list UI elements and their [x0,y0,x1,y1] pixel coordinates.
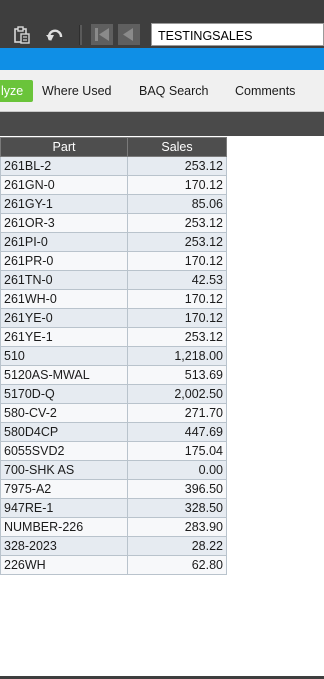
sales-grid: Part Sales 261BL-2 253.12 261GN-0 170.12 2… [0,137,227,575]
record-id-field[interactable] [151,23,324,46]
part-cell: 261BL-2 [0,156,128,176]
sales-cell: 328.50 [127,498,227,518]
toolbar-separator [79,25,82,45]
sales-cell: 85.06 [127,194,227,214]
sales-cell: 253.12 [127,327,227,347]
part-cell: 261YE-0 [0,308,128,328]
sales-cell: 271.70 [127,403,227,423]
table-row[interactable]: 580-CV-2 271.70 [0,403,227,423]
previous-record-icon [123,28,133,41]
clipboard-icon[interactable] [12,25,32,45]
table-row[interactable]: 261GN-0 170.12 [0,175,227,195]
undo-icon[interactable] [45,25,65,45]
table-row[interactable]: 5120AS-MWAL 513.69 [0,365,227,385]
sales-cell: 170.12 [127,308,227,328]
part-cell: 700-SHK AS [0,460,128,480]
table-row[interactable]: 261PI-0 253.12 [0,232,227,252]
tab-analyze[interactable]: lyze [0,80,33,102]
grid-area: Part Sales 261BL-2 253.12 261GN-0 170.12 2… [0,136,324,679]
sales-cell: 0.00 [127,460,227,480]
tab-comments[interactable]: Comments [229,80,319,102]
tab-bar: lyze Where Used BAQ Search Comments [0,70,324,112]
table-row[interactable]: 700-SHK AS 0.00 [0,460,227,480]
table-row[interactable]: 5170D-Q 2,002.50 [0,384,227,404]
part-cell: 5170D-Q [0,384,128,404]
part-cell: 328-2023 [0,536,128,556]
table-row[interactable]: 261WH-0 170.12 [0,289,227,309]
table-row[interactable]: 261BL-2 253.12 [0,156,227,176]
part-cell: 226WH [0,555,128,575]
sales-cell: 447.69 [127,422,227,442]
previous-record-button[interactable] [118,24,140,45]
part-cell: 261OR-3 [0,213,128,233]
part-cell: 6055SVD2 [0,441,128,461]
part-cell: 580-CV-2 [0,403,128,423]
part-cell: 261TN-0 [0,270,128,290]
sales-cell: 1,218.00 [127,346,227,366]
table-row[interactable]: 947RE-1 328.50 [0,498,227,518]
part-cell: 580D4CP [0,422,128,442]
table-row[interactable]: 261YE-0 170.12 [0,308,227,328]
table-row[interactable]: 261OR-3 253.12 [0,213,227,233]
part-cell: 261GN-0 [0,175,128,195]
sales-cell: 253.12 [127,156,227,176]
grid-header-row: Part Sales [0,137,227,157]
sales-cell: 170.12 [127,251,227,271]
tab-baq-search[interactable]: BAQ Search [131,80,231,102]
table-row[interactable]: 261GY-1 85.06 [0,194,227,214]
part-cell: 261PI-0 [0,232,128,252]
part-cell: 261PR-0 [0,251,128,271]
table-row[interactable]: 328-2023 28.22 [0,536,227,556]
sales-cell: 513.69 [127,365,227,385]
part-cell: 261WH-0 [0,289,128,309]
column-header-sales[interactable]: Sales [127,137,227,157]
table-row[interactable]: 261YE-1 253.12 [0,327,227,347]
part-cell: 947RE-1 [0,498,128,518]
sales-cell: 175.04 [127,441,227,461]
table-row[interactable]: 226WH 62.80 [0,555,227,575]
sales-cell: 2,002.50 [127,384,227,404]
sales-cell: 28.22 [127,536,227,556]
table-row[interactable]: 6055SVD2 175.04 [0,441,227,461]
accent-strip [0,48,324,70]
table-row[interactable]: 510 1,218.00 [0,346,227,366]
table-row[interactable]: 580D4CP 447.69 [0,422,227,442]
part-cell: 510 [0,346,128,366]
sales-cell: 42.53 [127,270,227,290]
table-row[interactable]: 7975-A2 396.50 [0,479,227,499]
table-row[interactable]: NUMBER-226 283.90 [0,517,227,537]
part-cell: 5120AS-MWAL [0,365,128,385]
column-header-part[interactable]: Part [0,137,128,157]
table-row[interactable]: 261TN-0 42.53 [0,270,227,290]
grid-caption-bar [0,112,324,136]
sales-cell: 170.12 [127,289,227,309]
sales-cell: 62.80 [127,555,227,575]
part-cell: 261GY-1 [0,194,128,214]
table-row[interactable]: 261PR-0 170.12 [0,251,227,271]
part-cell: 261YE-1 [0,327,128,347]
sales-cell: 253.12 [127,232,227,252]
first-record-icon [95,28,109,41]
sales-cell: 283.90 [127,517,227,537]
toolbar [0,0,324,48]
part-cell: NUMBER-226 [0,517,128,537]
tab-where-used[interactable]: Where Used [36,80,124,102]
sales-cell: 253.12 [127,213,227,233]
sales-cell: 170.12 [127,175,227,195]
first-record-button[interactable] [91,24,113,45]
part-cell: 7975-A2 [0,479,128,499]
sales-cell: 396.50 [127,479,227,499]
